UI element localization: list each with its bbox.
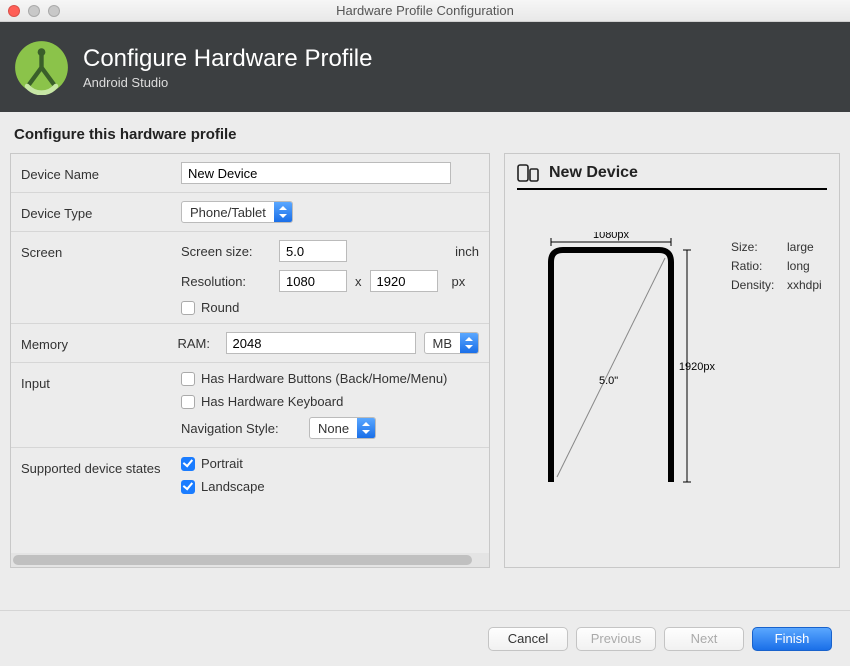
ram-input[interactable] [226,332,416,354]
android-studio-logo [14,40,69,95]
label-device-name: Device Name [21,162,181,182]
density-key: Density: [731,276,787,295]
banner-subtitle: Android Studio [83,75,372,90]
label-input: Input [21,371,181,391]
label-resolution: Resolution: [181,274,271,289]
dropdown-arrows-icon [460,333,478,353]
landscape-checkbox[interactable]: Landscape [181,479,265,494]
hw-buttons-checkbox[interactable]: Has Hardware Buttons (Back/Home/Menu) [181,371,447,386]
cancel-button[interactable]: Cancel [488,627,568,651]
preview-title: New Device [549,164,638,182]
ratio-key: Ratio: [731,257,787,276]
round-checkbox[interactable]: Round [181,300,239,315]
titlebar: Hardware Profile Configuration [0,0,850,22]
header-banner: Configure Hardware Profile Android Studi… [0,22,850,112]
resolution-height-input[interactable] [370,270,438,292]
form-pane: Device Name Device Type Phone/Tablet [10,153,490,568]
label-x: x [355,274,362,289]
label-memory: Memory [21,332,178,352]
label-nav-style: Navigation Style: [181,421,301,436]
phone-diagram: 1080px 5.0" 1920px [517,232,717,502]
ratio-value: long [787,259,810,273]
size-key: Size: [731,238,787,257]
diag-label: 5.0" [599,375,618,387]
label-device-type: Device Type [21,201,181,221]
dropdown-arrows-icon [274,202,292,222]
size-value: large [787,240,814,254]
ram-unit-select[interactable]: MB [424,332,480,354]
label-px: px [452,274,466,289]
label-supported-states: Supported device states [21,456,181,478]
window-title: Hardware Profile Configuration [0,3,850,18]
screen-size-input[interactable] [279,240,347,262]
horizontal-scrollbar[interactable] [11,553,489,567]
device-icon [517,164,539,182]
next-button[interactable]: Next [664,627,744,651]
previous-button[interactable]: Previous [576,627,656,651]
label-ram: RAM: [178,336,218,351]
height-label: 1920px [679,361,716,373]
hw-keyboard-checkbox[interactable]: Has Hardware Keyboard [181,394,343,409]
portrait-checkbox[interactable]: Portrait [181,456,243,471]
density-value: xxhdpi [787,278,822,292]
device-type-select[interactable]: Phone/Tablet [181,201,293,223]
dropdown-arrows-icon [357,418,375,438]
banner-heading: Configure Hardware Profile [83,45,372,73]
section-title: Configure this hardware profile [10,126,840,143]
label-screen-size: Screen size: [181,244,271,259]
finish-button[interactable]: Finish [752,627,832,651]
label-inch: inch [455,244,479,259]
width-label: 1080px [593,232,630,241]
preview-pane: New Device 1080px [504,153,840,568]
label-screen: Screen [21,240,181,260]
nav-style-select[interactable]: None [309,417,376,439]
device-name-input[interactable] [181,162,451,184]
button-bar: Cancel Previous Next Finish [0,610,850,666]
resolution-width-input[interactable] [279,270,347,292]
